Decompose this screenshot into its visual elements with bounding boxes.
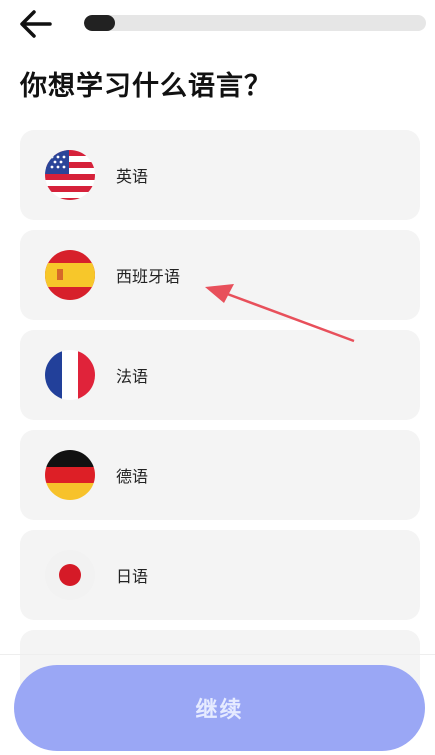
france-flag-icon [45, 350, 95, 400]
continue-button[interactable]: 继续 [14, 665, 425, 751]
spain-flag-icon [45, 250, 95, 300]
language-label: 西班牙语 [116, 267, 181, 286]
language-label: 英语 [116, 167, 149, 186]
progress-fill [84, 15, 115, 31]
language-label: 日语 [116, 567, 149, 586]
us-flag-icon [45, 150, 95, 200]
language-label: 德语 [116, 467, 149, 486]
page-title: 你想学习什么语言？ [20, 71, 272, 102]
japan-flag-icon [45, 550, 95, 600]
language-option-english[interactable]: 英语 [20, 130, 420, 220]
language-option-spanish[interactable]: 西班牙语 [20, 230, 420, 320]
language-list: 英语 西班牙语 法语 德语 日语 [20, 130, 420, 730]
language-option-german[interactable]: 德语 [20, 430, 420, 520]
germany-flag-icon [45, 450, 95, 500]
back-arrow-icon[interactable] [18, 8, 58, 40]
language-label: 法语 [116, 367, 149, 386]
language-option-japanese[interactable]: 日语 [20, 530, 420, 620]
language-option-french[interactable]: 法语 [20, 330, 420, 420]
footer-divider [0, 654, 435, 655]
top-bar [0, 0, 435, 50]
progress-bar [84, 15, 426, 31]
